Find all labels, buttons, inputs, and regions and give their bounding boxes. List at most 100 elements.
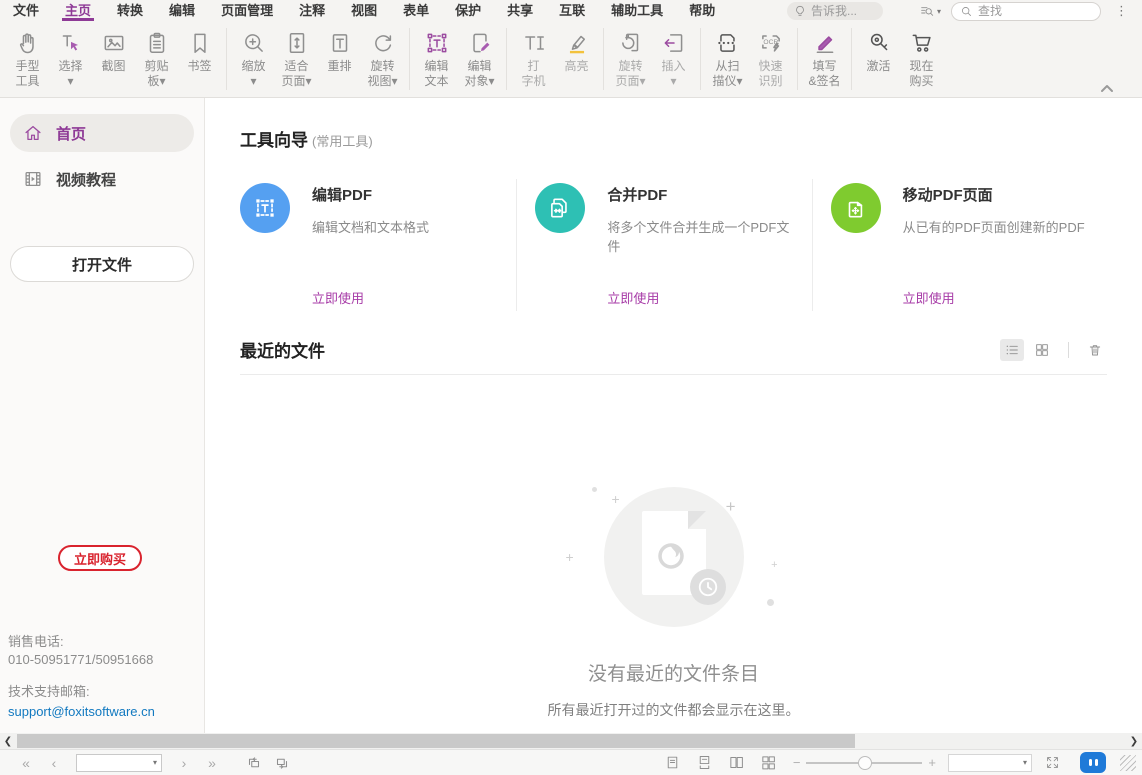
search-icon xyxy=(960,5,973,18)
zoom-level-input[interactable] xyxy=(949,757,1023,769)
scroll-right-arrow[interactable]: ❯ xyxy=(1126,736,1142,747)
buy-now-button[interactable]: 立即购买 xyxy=(58,545,142,571)
tool-reflow[interactable]: 重排 xyxy=(318,26,361,74)
move-pdf-pages-icon xyxy=(831,183,881,233)
card-edit-pdf[interactable]: 编辑PDF 编辑文档和文本格式 立即使用 xyxy=(240,179,516,311)
menu-file[interactable]: 文件 xyxy=(0,0,52,22)
facing-continuous-view-button[interactable] xyxy=(757,752,781,774)
menu-help[interactable]: 帮助 xyxy=(676,0,728,22)
sidebar-item-video-tutorials[interactable]: 视频教程 xyxy=(10,160,194,198)
menu-comment[interactable]: 注释 xyxy=(286,0,338,22)
card-merge-pdf[interactable]: 合并PDF 将多个文件合并生成一个PDF文件 立即使用 xyxy=(516,179,811,311)
continuous-page-icon xyxy=(696,754,713,771)
menu-protect[interactable]: 保护 xyxy=(442,0,494,22)
tool-activate[interactable]: 激活 xyxy=(857,26,900,74)
tool-highlight[interactable]: 高亮 xyxy=(555,26,598,74)
find-box[interactable] xyxy=(951,2,1101,21)
tool-rotate-pages[interactable]: 旋转 页面▾ xyxy=(609,26,652,89)
scrollbar-track[interactable] xyxy=(16,733,1126,749)
tool-hand[interactable]: 手型 工具 xyxy=(6,26,49,89)
use-now-link[interactable]: 立即使用 xyxy=(312,288,429,307)
sparkle-dot xyxy=(767,599,774,606)
chevron-down-icon[interactable]: ▾ xyxy=(153,758,157,767)
tool-wizard-cards: 编辑PDF 编辑文档和文本格式 立即使用 合并PDF 将多个文件合并生成一个PD… xyxy=(240,179,1107,311)
sparkle: + xyxy=(726,497,736,517)
more-menu-button[interactable]: ⋮ xyxy=(1111,3,1132,19)
next-view-button[interactable] xyxy=(270,752,294,774)
empty-state-subtitle: 所有最近打开过的文件都会显示在这里。 xyxy=(548,700,800,720)
typewriter-icon xyxy=(521,29,547,57)
horizontal-scrollbar[interactable]: ❮ ❯ xyxy=(0,733,1142,749)
last-page-button[interactable]: » xyxy=(200,755,224,771)
fullscreen-button[interactable] xyxy=(1040,752,1064,774)
tool-from-scanner[interactable]: 从扫 描仪▾ xyxy=(706,26,749,89)
sidebar-item-home[interactable]: 首页 xyxy=(10,114,194,152)
list-view-button[interactable] xyxy=(1000,339,1024,361)
card-move-pdf-pages[interactable]: 移动PDF页面 从已有的PDF页面创建新的PDF 立即使用 xyxy=(812,179,1107,311)
clear-recent-button[interactable] xyxy=(1083,339,1107,361)
zoom-level-combobox[interactable]: ▾ xyxy=(948,754,1032,772)
insert-pages-icon xyxy=(661,29,687,57)
grid-view-button[interactable] xyxy=(1030,339,1054,361)
tool-quick-ocr[interactable]: OCR 快速 识别 xyxy=(749,26,792,89)
tool-wizard-title: 工具向导(常用工具) xyxy=(240,126,1107,151)
tool-select[interactable]: 选择 ▾ xyxy=(49,26,92,89)
tool-typewriter[interactable]: 打 字机 xyxy=(512,26,555,89)
next-page-button[interactable]: › xyxy=(172,755,196,771)
previous-view-button[interactable] xyxy=(242,752,266,774)
first-page-button[interactable]: « xyxy=(14,755,38,771)
page-number-combobox[interactable]: ▾ xyxy=(76,754,162,772)
menu-form[interactable]: 表单 xyxy=(390,0,442,22)
assistant-button[interactable] xyxy=(1080,752,1106,773)
menu-accessibility[interactable]: 辅助工具 xyxy=(598,0,676,22)
menu-page-manage[interactable]: 页面管理 xyxy=(208,0,286,22)
tell-me-box[interactable] xyxy=(787,2,883,20)
toolbar-separator xyxy=(226,28,227,90)
menu-view[interactable]: 视图 xyxy=(338,0,390,22)
continuous-view-button[interactable] xyxy=(693,752,717,774)
home-icon xyxy=(22,122,44,144)
sparkle: + xyxy=(771,559,777,571)
tool-clipboard[interactable]: 剪贴 板▾ xyxy=(135,26,178,89)
tool-edit-text[interactable]: 编辑 文本 xyxy=(415,26,458,89)
search-mode-button[interactable]: ▾ xyxy=(919,3,941,19)
facing-view-button[interactable] xyxy=(725,752,749,774)
zoom-slider-handle[interactable] xyxy=(858,756,872,770)
tool-rotate-view[interactable]: 旋转 视图▾ xyxy=(361,26,404,89)
tool-zoom[interactable]: 缩放 ▾ xyxy=(232,26,275,89)
tool-snapshot[interactable]: 截图 xyxy=(92,26,135,74)
tool-fit-page[interactable]: 适合 页面▾ xyxy=(275,26,318,89)
toolbar-separator xyxy=(851,28,852,90)
empty-state-title: 没有最近的文件条目 xyxy=(588,659,759,686)
zoom-slider-track[interactable] xyxy=(806,762,922,764)
support-email-link[interactable]: support@foxitsoftware.cn xyxy=(8,703,155,721)
use-now-link[interactable]: 立即使用 xyxy=(903,288,1085,307)
zoom-out-button[interactable]: − xyxy=(793,755,801,770)
reflow-icon xyxy=(327,29,353,57)
zoom-in-button[interactable]: + xyxy=(928,755,936,770)
menu-share[interactable]: 共享 xyxy=(494,0,546,22)
single-page-view-button[interactable] xyxy=(661,752,685,774)
page-number-input[interactable] xyxy=(77,757,153,769)
menu-home[interactable]: 主页 xyxy=(52,0,104,22)
edit-pdf-icon xyxy=(240,183,290,233)
scrollbar-thumb[interactable] xyxy=(17,734,855,748)
rotate-view-icon xyxy=(370,29,396,57)
menu-edit[interactable]: 编辑 xyxy=(156,0,208,22)
scroll-left-arrow[interactable]: ❮ xyxy=(0,736,16,747)
open-file-button[interactable]: 打开文件 xyxy=(10,246,194,282)
tool-edit-object[interactable]: 编辑 对象▾ xyxy=(458,26,501,89)
tell-me-input[interactable] xyxy=(811,4,875,18)
prev-page-button[interactable]: ‹ xyxy=(42,755,66,771)
tool-insert-pages[interactable]: 插入 ▾ xyxy=(652,26,695,89)
use-now-link[interactable]: 立即使用 xyxy=(607,288,793,307)
find-input[interactable] xyxy=(978,4,1078,18)
window-resize-grip[interactable] xyxy=(1120,755,1136,771)
tool-fill-sign[interactable]: 填写 &签名 xyxy=(803,26,846,89)
menu-connect[interactable]: 互联 xyxy=(546,0,598,22)
tool-buy-now[interactable]: 现在 购买 xyxy=(900,26,943,89)
tool-bookmark[interactable]: 书签 xyxy=(178,26,221,74)
collapse-toolbar-button[interactable] xyxy=(1100,84,1114,93)
menu-convert[interactable]: 转换 xyxy=(104,0,156,22)
chevron-down-icon[interactable]: ▾ xyxy=(1023,758,1027,767)
